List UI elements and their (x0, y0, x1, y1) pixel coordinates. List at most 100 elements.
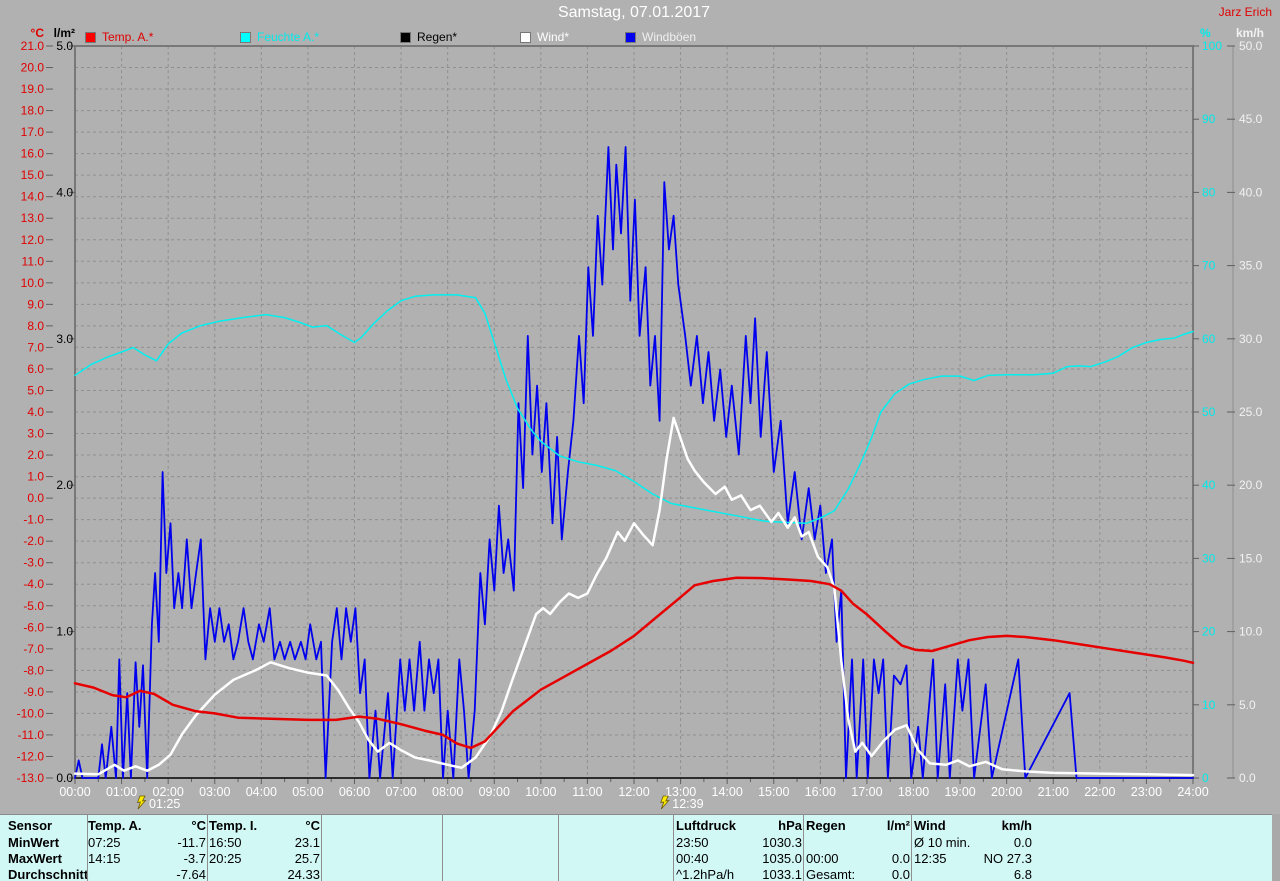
weather-chart-window: Samstag, 07.01.2017 Jarz Erich °C l/m² %… (0, 0, 1280, 881)
axis-tick-label: 7.0 (27, 340, 44, 354)
table-cell-time: 07:25 (88, 835, 121, 850)
table-side-strip (1272, 814, 1280, 881)
table-cell-row: 20:2525.7 (209, 851, 320, 866)
axis-tick-label: 01:25 (149, 797, 180, 811)
table-cell-row: 24.33 (209, 867, 320, 881)
axis-tick-label: 24:00 (1177, 785, 1208, 799)
table-cell-row: 12:35NO 27.3 (914, 851, 1032, 866)
axis-tick-label: 18.0 (21, 104, 45, 118)
table-divider (803, 815, 804, 881)
axis-tick-label: 14.0 (21, 190, 45, 204)
table-cell-value: 23.1 (295, 835, 320, 850)
table-cell-row: 00:40 1035.0 (676, 851, 802, 866)
axis-tick-label: 01:00 (106, 785, 137, 799)
axis-tick-label: 10:00 (525, 785, 556, 799)
axis-tick-label: 21:00 (1038, 785, 1069, 799)
axis-tick-label: 10.0 (21, 276, 45, 290)
table-cell-value: 24.33 (287, 867, 320, 881)
axis-tick-label: 1.0 (27, 470, 44, 484)
table-cell-time: 12:35 (914, 851, 947, 866)
table-divider (673, 815, 674, 881)
axis-tick-label: 0 (1202, 771, 1209, 785)
axis-tick-label: 10.0 (1239, 625, 1263, 639)
table-cell-value: 1035.0 (762, 851, 802, 866)
table-row-label: MinWert (8, 835, 59, 850)
table-cell-row: 00:000.0 (806, 851, 910, 866)
table-cell-value: km/h (1002, 818, 1032, 833)
axis-tick-label: -6.0 (23, 620, 44, 634)
axis-tick-label: 15.0 (1239, 551, 1263, 565)
axis-tick-label: 70 (1202, 259, 1216, 273)
series-wind-line (75, 418, 1193, 775)
table-cell-row: Temp. A.°C (88, 818, 206, 833)
table-divider (911, 815, 912, 881)
axis-tick-label: 07:00 (385, 785, 416, 799)
marker-flag-icon (661, 796, 669, 809)
weather-chart: -13.0-12.0-11.0-10.0-9.0-8.0-7.0-6.0-5.0… (0, 0, 1280, 814)
axis-tick-label: -10.0 (17, 706, 45, 720)
table-cell-time: 14:15 (88, 851, 121, 866)
axis-tick-label: 25.0 (1239, 405, 1263, 419)
axis-tick-label: 5.0 (1239, 698, 1256, 712)
axis-tick-label: 11:00 (572, 785, 602, 799)
table-cell-time: Luftdruck (676, 818, 736, 833)
table-cell-row: 14:15-3.7 (88, 851, 206, 866)
axis-tick-label: 80 (1202, 185, 1216, 199)
table-divider (558, 815, 559, 881)
axis-tick-label: 20.0 (1239, 478, 1263, 492)
axis-tick-label: 12:39 (672, 797, 703, 811)
axis-tick-label: 4.0 (56, 185, 73, 199)
table-cell-row: 23:50 1030.3 (676, 835, 802, 850)
table-divider (207, 815, 208, 881)
axis-tick-label: 1.0 (56, 625, 73, 639)
axis-tick-label: 2.0 (27, 448, 44, 462)
axis-tick-label: 12:00 (618, 785, 649, 799)
axis-tick-label: 30.0 (1239, 332, 1263, 346)
table-cell-row: ^1.2hPa/h 1033.1 (676, 867, 802, 881)
table-cell-row: 07:25 -11.7 (88, 835, 206, 850)
axis-tick-label: 05:00 (292, 785, 323, 799)
axis-tick-label: 17.0 (21, 125, 45, 139)
axis-tick-label: 20.0 (21, 61, 45, 75)
axis-tick-label: -1.0 (23, 513, 44, 527)
axis-tick-label: 15.0 (21, 168, 45, 182)
axis-tick-label: 10 (1202, 698, 1216, 712)
sensor-summary-table: SensorMinWertMaxWertDurchschnittTemp. A.… (0, 814, 1272, 881)
table-cell-time: ^1.2hPa/h (676, 867, 734, 881)
axis-tick-label: 0.0 (27, 491, 44, 505)
axis-tick-label: 06:00 (339, 785, 370, 799)
table-cell-row: Regenl/m² (806, 818, 910, 833)
table-cell-time: 00:40 (676, 851, 709, 866)
axis-tick-label: 40 (1202, 478, 1216, 492)
table-cell-row: Ø 10 min. 0.0 (914, 835, 1032, 850)
table-cell-time: 16:50 (209, 835, 242, 850)
axis-tick-label: 90 (1202, 112, 1216, 126)
table-cell-time: Ø 10 min. (914, 835, 970, 850)
table-cell-time: 20:25 (209, 851, 242, 866)
axis-tick-label: 09:00 (479, 785, 510, 799)
axis-tick-label: 9.0 (27, 297, 44, 311)
axis-tick-label: 8.0 (27, 319, 44, 333)
axis-tick-label: -12.0 (17, 749, 45, 763)
axis-tick-label: -2.0 (23, 534, 44, 548)
table-cell-value: -11.7 (177, 835, 206, 850)
table-cell-value: 1033.1 (762, 867, 802, 881)
axis-tick-label: 14:00 (712, 785, 743, 799)
axis-tick-label: 6.0 (27, 362, 44, 376)
table-cell-value: °C (305, 818, 320, 833)
axis-tick-label: 18:00 (898, 785, 929, 799)
axis-tick-label: 16:00 (805, 785, 836, 799)
axis-tick-label: 22:00 (1084, 785, 1115, 799)
axis-tick-label: -7.0 (23, 642, 44, 656)
table-cell-value: 0.0 (1014, 835, 1032, 850)
table-cell-value: 1030.3 (762, 835, 802, 850)
axis-tick-label: 03:00 (199, 785, 230, 799)
axis-tick-label: 19:00 (944, 785, 975, 799)
table-cell-time: Temp. A. (88, 818, 141, 833)
table-cell-time: Gesamt: (806, 867, 855, 881)
axis-tick-label: 50 (1202, 405, 1216, 419)
table-cell-time: Regen (806, 818, 846, 833)
axis-tick-label: 21.0 (21, 39, 45, 53)
axis-tick-label: 2.0 (56, 478, 73, 492)
table-cell-time: 23:50 (676, 835, 709, 850)
